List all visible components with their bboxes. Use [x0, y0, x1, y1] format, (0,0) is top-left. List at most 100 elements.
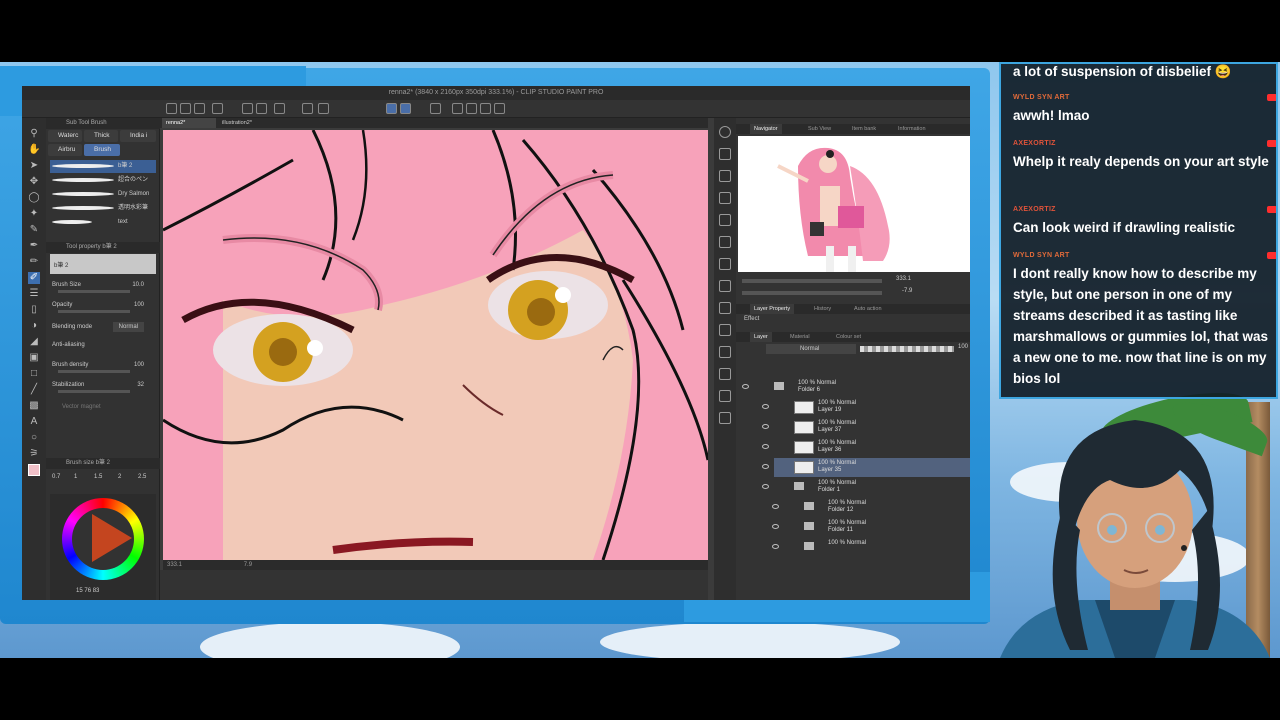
eyedropper-icon[interactable]: ✎ [28, 224, 40, 236]
operation-icon[interactable]: ➤ [28, 160, 40, 172]
size-preset[interactable]: 2.5 [138, 474, 146, 480]
brush-item[interactable]: b筆 2 [50, 160, 156, 173]
list-icon[interactable] [719, 258, 731, 270]
tab-item-bank[interactable]: Item bank [848, 124, 880, 134]
layer-row[interactable]: 100 % Normal Layer 36 [762, 438, 970, 457]
close-icon[interactable] [719, 192, 731, 204]
open-file-icon[interactable] [180, 103, 191, 114]
layer-row[interactable]: 100 % Normal Folder 11 [772, 518, 970, 537]
pencil-icon[interactable]: ✏ [28, 256, 40, 268]
layer-row[interactable]: 100 % Normal Layer 35 [762, 458, 970, 477]
balloon-icon[interactable]: ○ [28, 432, 40, 444]
tab-layer[interactable]: Layer [750, 332, 772, 342]
tab-history[interactable]: History [810, 304, 835, 314]
sub-tab[interactable]: Airbru [48, 144, 82, 156]
layer-icon[interactable] [719, 324, 731, 336]
sub-tab[interactable]: Brush [84, 144, 120, 156]
tab-navigator[interactable]: Navigator [750, 124, 782, 134]
gradient-icon[interactable]: ▣ [28, 352, 40, 364]
brush-item[interactable]: text [50, 216, 156, 229]
clear-icon[interactable] [302, 103, 313, 114]
layer-opacity-slider[interactable] [860, 346, 954, 352]
move-icon[interactable]: ✥ [28, 176, 40, 188]
image-icon[interactable] [719, 170, 731, 182]
opacity-row[interactable]: Opacity 100 [52, 300, 156, 314]
layer-row[interactable]: 100 % Normal Folder 1 [762, 478, 970, 497]
layer-row[interactable]: 100 % Normal [772, 538, 970, 557]
brush-size-row[interactable]: Brush Size 10.0 [52, 280, 156, 294]
layer-icon[interactable] [719, 390, 731, 402]
palette-icon[interactable] [719, 412, 731, 424]
canvas-tab[interactable]: illustration2* [218, 118, 274, 128]
search-icon[interactable] [719, 126, 731, 138]
color-wheel[interactable] [62, 498, 144, 580]
history-icon[interactable] [719, 280, 731, 292]
brush-item[interactable]: 透明水彩筆 [50, 202, 156, 215]
blending-mode-select[interactable]: Normal [112, 322, 144, 332]
canvas-tab[interactable]: renna2* [162, 118, 216, 128]
properties-icon[interactable] [719, 302, 731, 314]
size-preset[interactable]: 2 [118, 474, 121, 480]
blending-mode-row[interactable]: Blending mode Normal [52, 322, 156, 336]
vector-magnet-row[interactable]: Vector magnet [52, 402, 156, 416]
size-preset[interactable]: 1.5 [94, 474, 102, 480]
grid-icon[interactable] [719, 214, 731, 226]
layer-icon[interactable] [719, 368, 731, 380]
layer-icon[interactable] [466, 103, 477, 114]
sub-tab[interactable]: Thick [84, 130, 118, 142]
save-icon[interactable] [194, 103, 205, 114]
layer-icon[interactable] [719, 346, 731, 358]
snap-icon[interactable] [386, 103, 397, 114]
pen-icon[interactable]: ✒ [28, 240, 40, 252]
layer-row[interactable]: 100 % Normal Layer 37 [762, 418, 970, 437]
lasso-icon[interactable]: ◯ [28, 192, 40, 204]
material-icon[interactable] [719, 148, 731, 160]
brush-density-row[interactable]: Brush density 100 [52, 360, 156, 374]
figure-icon[interactable]: □ [28, 368, 40, 380]
duplicate-icon[interactable] [430, 103, 441, 114]
drawing-canvas[interactable] [163, 130, 708, 560]
layer-panel-icon[interactable] [719, 236, 731, 248]
fill-icon[interactable]: ◢ [28, 336, 40, 348]
brush-item[interactable]: 超合のペン [50, 174, 156, 187]
redo-icon[interactable] [256, 103, 267, 114]
size-preset[interactable]: 0.7 [52, 474, 60, 480]
navigator-zoom[interactable]: 333.1 [896, 276, 911, 282]
ruler-snap-icon[interactable] [400, 103, 411, 114]
tab-information[interactable]: Information [894, 124, 930, 134]
text-icon[interactable]: A [28, 416, 40, 428]
correct-line-icon[interactable]: ⚞ [28, 448, 40, 460]
layer-row[interactable]: 100 % Normal Folder 12 [772, 498, 970, 517]
navigator-preview[interactable] [738, 136, 970, 272]
blend-icon[interactable]: ◑ [28, 320, 40, 332]
size-preset[interactable]: 1 [74, 474, 77, 480]
layer-icon[interactable] [480, 103, 491, 114]
settings-icon[interactable] [274, 103, 285, 114]
tab-material[interactable]: Material [786, 332, 814, 342]
tab-layer-property[interactable]: Layer Property [750, 304, 795, 314]
layer-blend-mode-select[interactable]: Normal [766, 344, 856, 354]
magic-wand-icon[interactable]: ✦ [28, 208, 40, 220]
export-icon[interactable] [212, 103, 223, 114]
zoom-icon[interactable]: ⚲ [28, 128, 40, 140]
layer-icon[interactable] [452, 103, 463, 114]
ruler-icon[interactable]: ╱ [28, 384, 40, 396]
sub-tab[interactable]: Waterc [48, 130, 82, 142]
tab-auto-action[interactable]: Auto action [850, 304, 886, 314]
navigator-angle[interactable]: -7.9 [902, 288, 912, 294]
frame-icon[interactable]: ▩ [28, 400, 40, 412]
undo-icon[interactable] [242, 103, 253, 114]
tab-sub-view[interactable]: Sub View [804, 124, 835, 134]
main-color-swatch[interactable] [28, 464, 40, 476]
brush-icon[interactable]: ✐ [28, 272, 40, 284]
layer-icon[interactable] [494, 103, 505, 114]
hand-icon[interactable]: ✋ [28, 144, 40, 156]
brush-item[interactable]: Dry Salmon [50, 188, 156, 201]
stabilization-row[interactable]: Stabilization 32 [52, 380, 156, 394]
airbrush-icon[interactable]: ☰ [28, 288, 40, 300]
new-file-icon[interactable] [166, 103, 177, 114]
layer-row[interactable]: 100 % Normal Folder 6 [742, 378, 970, 397]
layer-row[interactable]: 100 % Normal Layer 19 [762, 398, 970, 417]
anti-aliasing-row[interactable]: Anti-aliasing [52, 340, 156, 354]
sub-tab[interactable]: India i [120, 130, 156, 142]
